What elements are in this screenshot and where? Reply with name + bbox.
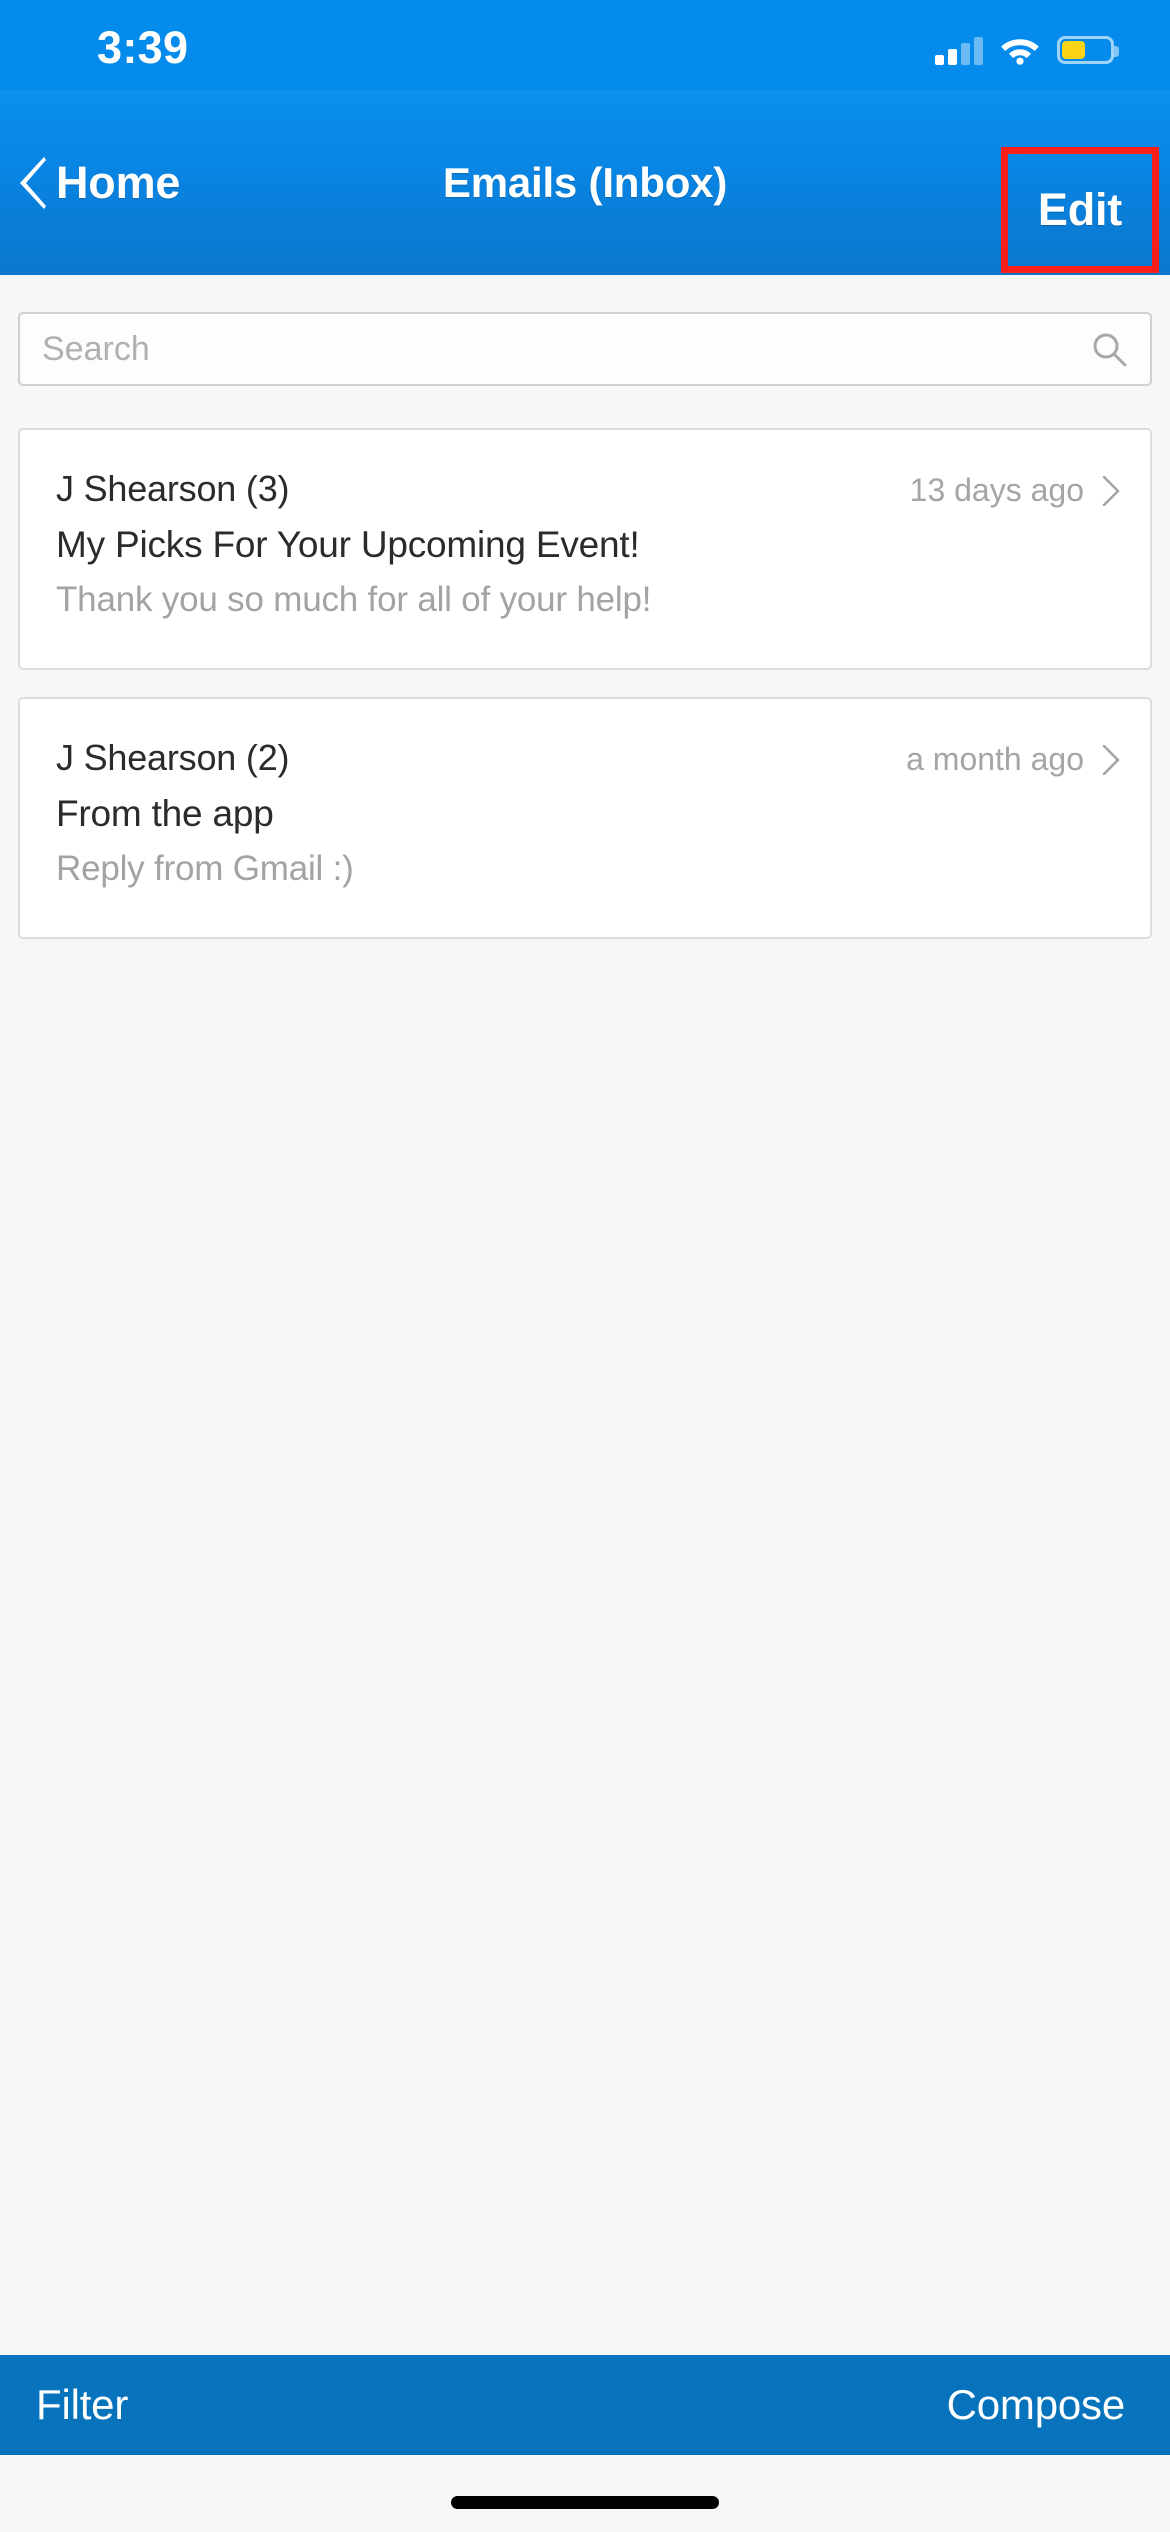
filter-button[interactable]: Filter <box>36 2381 128 2429</box>
chevron-left-icon <box>20 156 46 209</box>
back-button-label: Home <box>56 156 181 208</box>
back-button[interactable]: Home <box>18 156 181 209</box>
compose-button[interactable]: Compose <box>947 2381 1126 2429</box>
search-input[interactable] <box>42 329 1078 369</box>
app-screen: 3:39 Home Emails (Inbox) Edit Search J S… <box>0 0 1170 2532</box>
email-list-item[interactable]: J Shearson (3) 13 days ago My Picks For … <box>18 428 1152 670</box>
chevron-right-icon <box>1102 744 1120 775</box>
status-time: 3:39 <box>97 22 189 73</box>
email-header-row: J Shearson (3) 13 days ago <box>56 468 1120 510</box>
email-sender: J Shearson (2) <box>56 737 290 778</box>
email-meta: 13 days ago <box>910 472 1120 509</box>
edit-button-label: Edit <box>1037 184 1123 235</box>
edit-button[interactable]: Edit <box>1001 147 1159 273</box>
bottom-toolbar: Filter Compose <box>0 2355 1170 2455</box>
search-icon[interactable] <box>1090 330 1128 368</box>
status-icons <box>935 35 1119 65</box>
chevron-right-icon <box>1102 475 1120 506</box>
email-timestamp: 13 days ago <box>909 472 1084 508</box>
wifi-icon <box>1001 38 1039 65</box>
navigation-bar: Home Emails (Inbox) Edit <box>0 90 1170 275</box>
status-bar: 3:39 <box>0 0 1170 90</box>
email-list-item[interactable]: J Shearson (2) a month ago From the app … <box>18 697 1152 939</box>
email-subject: From the app <box>56 793 274 834</box>
email-preview: Reply from Gmail :) <box>56 849 354 888</box>
home-indicator-area <box>0 2455 1170 2532</box>
home-indicator[interactable] <box>451 2496 719 2509</box>
email-header-row: J Shearson (2) a month ago <box>56 737 1120 779</box>
email-preview: Thank you so much for all of your help! <box>56 580 652 619</box>
email-subject: My Picks For Your Upcoming Event! <box>56 524 640 565</box>
battery-icon <box>1057 36 1119 64</box>
cellular-signal-icon <box>935 35 983 65</box>
email-timestamp: a month ago <box>906 741 1084 777</box>
email-meta: a month ago <box>906 741 1120 778</box>
content-area: J Shearson (3) 13 days ago My Picks For … <box>0 275 1170 2355</box>
email-sender: J Shearson (3) <box>56 468 290 509</box>
search-bar[interactable] <box>18 312 1152 386</box>
